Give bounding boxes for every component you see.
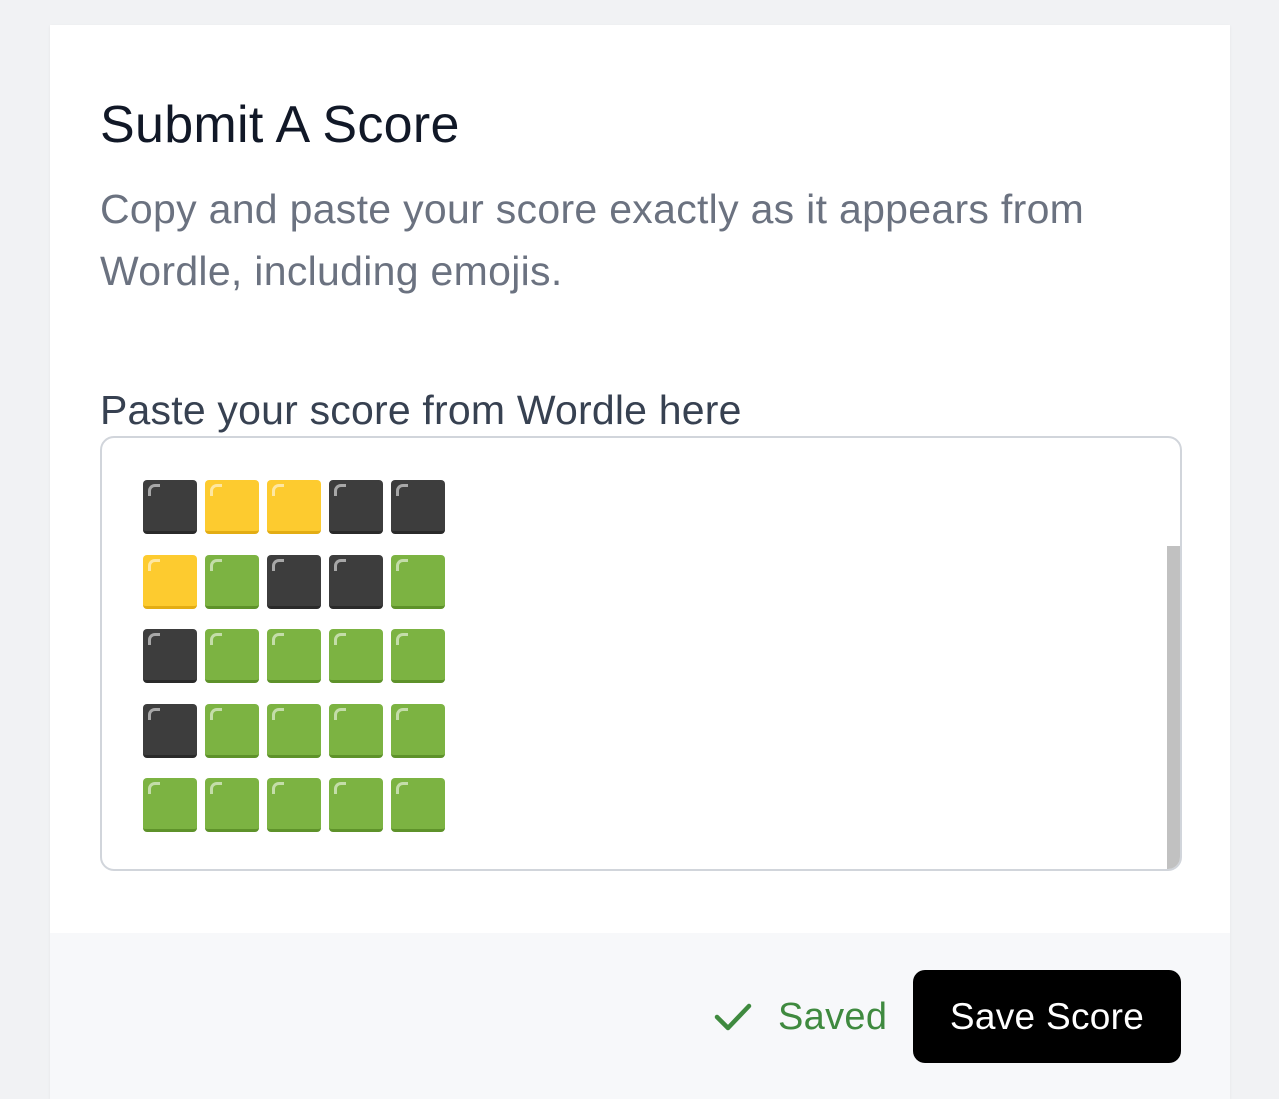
form-footer: Saved Save Score [50,933,1230,1099]
green-square-icon [329,703,383,758]
black-square-icon [329,480,383,534]
check-icon [714,1003,752,1031]
black-square-icon [329,554,383,609]
saved-status-text: Saved [778,995,888,1038]
score-grid-row [143,629,453,685]
green-square-icon [143,778,197,832]
black-square-icon [143,703,197,758]
green-square-icon [267,778,321,832]
black-square-icon [143,629,197,683]
black-square-icon [391,480,445,534]
green-square-icon [267,629,321,683]
green-square-icon [329,629,383,683]
green-square-icon [329,778,383,832]
score-field-label: Paste your score from Wordle here [100,387,742,433]
textarea-scrollbar[interactable] [1167,546,1180,869]
score-grid-row [143,480,453,536]
yellow-square-icon [143,554,197,609]
score-grid-row [143,554,453,611]
black-square-icon [143,480,197,534]
green-square-icon [205,703,259,758]
score-grid-row [143,778,453,834]
green-square-icon [391,554,445,609]
page-title: Submit A Score [100,96,460,154]
green-square-icon [205,778,259,832]
green-square-icon [391,778,445,832]
yellow-square-icon [205,480,259,534]
yellow-square-icon [267,480,321,534]
green-square-icon [391,629,445,683]
submit-score-card: Submit A Score Copy and paste your score… [50,25,1230,1099]
saved-status: Saved [714,989,887,1045]
score-grid-row [143,703,453,760]
green-square-icon [205,629,259,683]
score-textarea[interactable] [100,436,1182,871]
green-square-icon [391,703,445,758]
black-square-icon [267,554,321,609]
green-square-icon [205,554,259,609]
save-score-button[interactable]: Save Score [913,970,1181,1063]
page-description: Copy and paste your score exactly as it … [100,186,1085,294]
green-square-icon [267,703,321,758]
wordle-score-grid [143,480,453,853]
